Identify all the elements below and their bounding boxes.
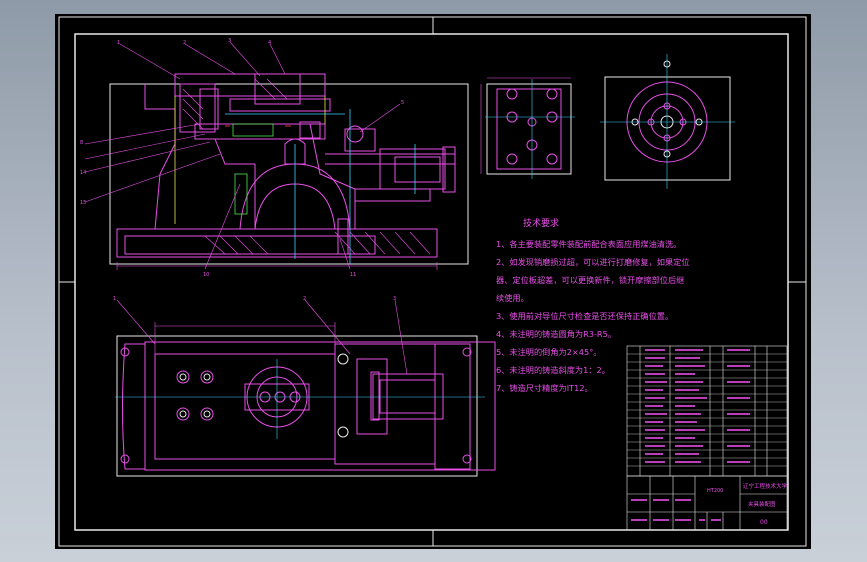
note-line: 2、如发现销磨损过超，可以进行打磨修复，如果定位 <box>496 257 690 267</box>
side-view <box>480 77 575 179</box>
drawing-sheet: 1 2 3 4 5 8 14 15 10 11 1 2 3 技术要求 1、各主要装配零件… <box>55 14 811 549</box>
parts-list <box>626 345 788 477</box>
front-view: 1 2 3 4 5 8 14 15 10 11 <box>80 38 469 278</box>
svg-text:14: 14 <box>80 170 86 176</box>
center-marks <box>59 17 806 546</box>
title-block: HT200 辽宁工程技术大学 夹具装配图 00 <box>626 475 788 531</box>
cad-drawing: 1 2 3 4 5 8 14 15 10 11 1 2 3 技术要求 1、各主要装配零件装… <box>58 16 807 547</box>
svg-text:1: 1 <box>113 296 116 302</box>
front-view-dimension <box>116 262 438 270</box>
svg-text:2: 2 <box>183 40 186 46</box>
svg-text:10: 10 <box>203 272 209 278</box>
drawing-name: 夹具装配图 <box>748 500 776 508</box>
note-line: 7、铸造尺寸精度为IT12。 <box>496 383 593 393</box>
flange-view <box>600 54 735 189</box>
note-line: 4、未注明的铸造圆角为R3-R5。 <box>496 329 616 339</box>
note-line: 5、未注明的倒角为2×45°。 <box>496 347 601 357</box>
drawing-code: 00 <box>760 519 768 526</box>
svg-text:1: 1 <box>117 40 120 46</box>
svg-text:4: 4 <box>268 40 271 46</box>
svg-text:8: 8 <box>80 140 83 146</box>
notes-title: 技术要求 <box>523 217 559 229</box>
note-line: 3、使用前对导位尺寸检查是否还保持正确位置。 <box>496 311 673 321</box>
note-line: 6、未注明的铸造斜度为1：2。 <box>496 365 610 375</box>
school-name: 辽宁工程技术大学 <box>743 482 788 490</box>
svg-text:15: 15 <box>80 200 86 206</box>
svg-text:3: 3 <box>228 38 231 44</box>
svg-text:11: 11 <box>350 272 356 278</box>
note-line: 器、定位板超差，可以更换新件，锁开摩擦部位后继 <box>496 275 684 285</box>
note-line: 1、各主要装配零件装配前配合表面应用煤油清洗。 <box>496 239 681 249</box>
svg-text:2: 2 <box>303 296 306 302</box>
outer-border <box>58 16 807 547</box>
svg-text:5: 5 <box>401 100 404 106</box>
svg-text:3: 3 <box>393 296 396 302</box>
note-line: 续使用。 <box>496 293 529 303</box>
material-label: HT200 <box>707 488 723 494</box>
top-view: 1 2 3 <box>113 296 496 477</box>
